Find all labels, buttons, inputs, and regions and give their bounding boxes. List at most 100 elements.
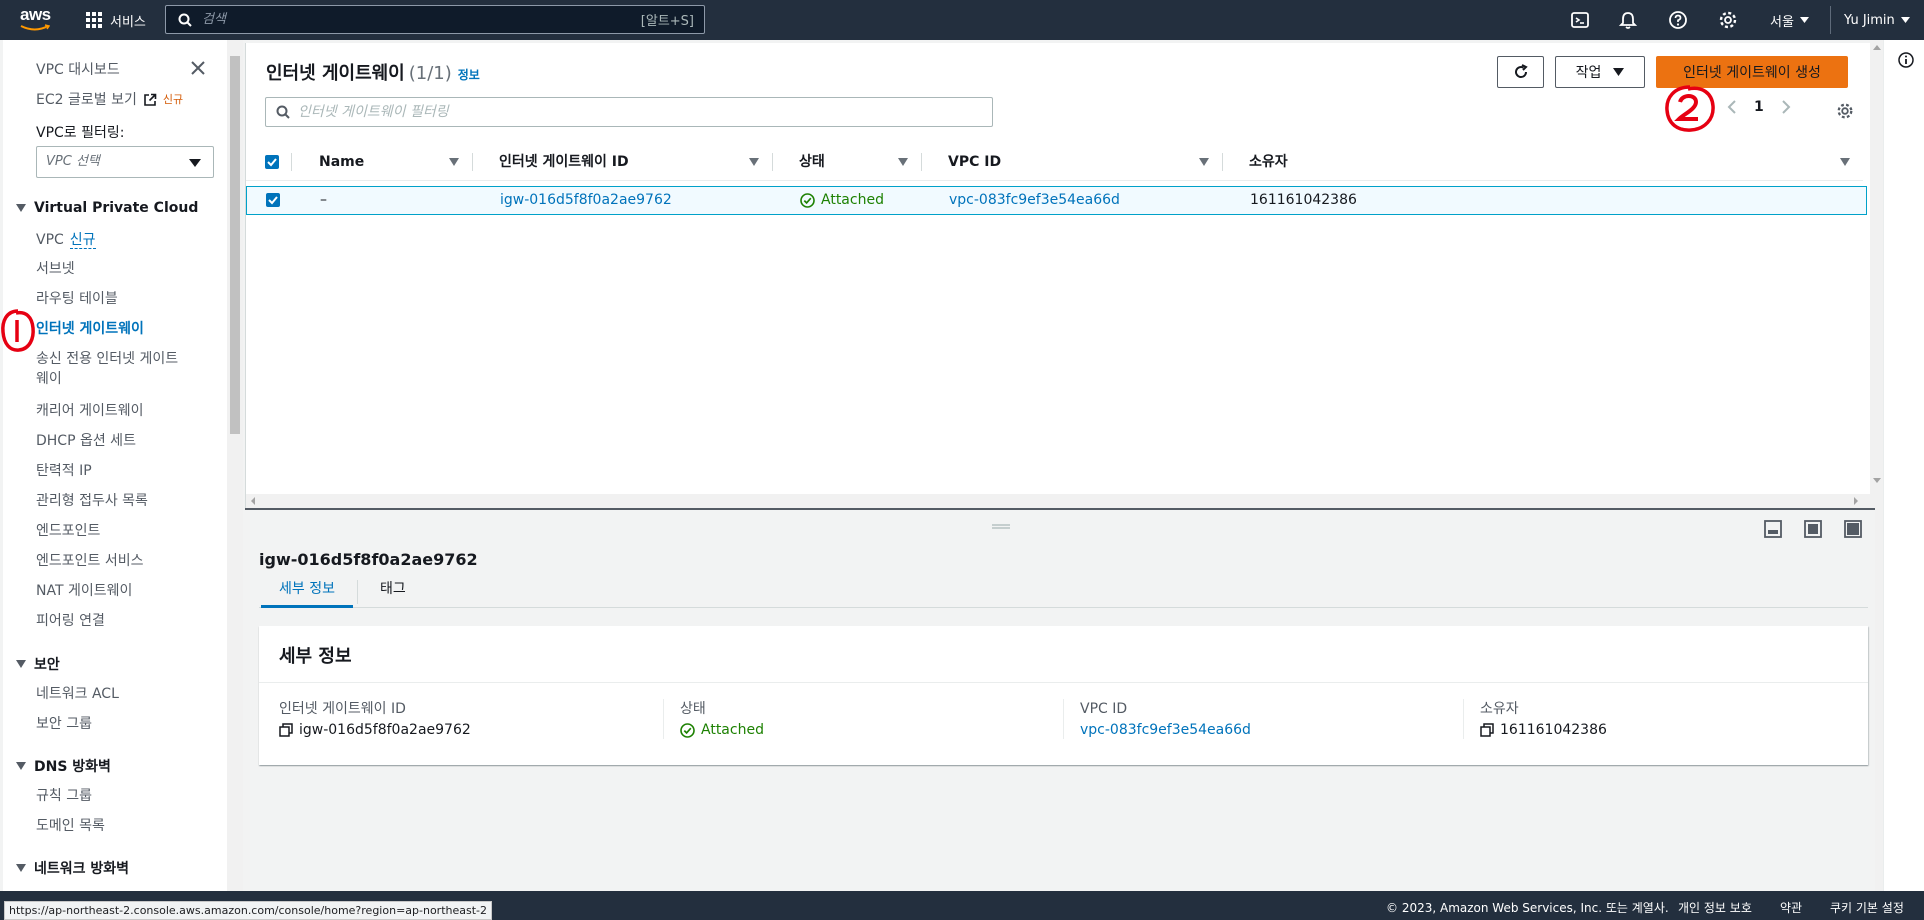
column-header-vpc-id[interactable]: VPC ID (948, 143, 1001, 181)
column-header-name[interactable]: Name (319, 143, 364, 181)
field-label: 상태 (680, 701, 706, 717)
sidebar-item-elastic-ips[interactable]: 탄력적 IP (36, 461, 92, 481)
sort-caret-icon[interactable] (449, 158, 459, 166)
page-number[interactable]: 1 (1754, 99, 1764, 115)
sort-caret-icon[interactable] (749, 158, 759, 166)
sidebar-item-egress-only-internet-gateways[interactable]: 송신 전용 인터넷 게이트 웨이 (36, 349, 178, 389)
table-row[interactable]: – igw-016d5f8f0a2ae9762 Attached vpc-083… (246, 186, 1867, 215)
column-header-igw-id[interactable]: 인터넷 게이트웨이 ID (499, 143, 629, 181)
expand-triangle-icon (16, 204, 26, 212)
table-preferences-gear-icon[interactable] (1836, 102, 1854, 120)
panel-full-layout-icon[interactable] (1844, 520, 1862, 538)
field-vpc-id: VPC ID vpc-083fc9ef3e54ea66d (1080, 699, 1251, 741)
cell-owner: 161161042386 (1250, 192, 1357, 208)
panel-side-layout-icon[interactable] (1804, 520, 1822, 538)
new-link[interactable]: 신규 (69, 232, 96, 249)
sidebar-item-carrier-gateways[interactable]: 캐리어 게이트웨이 (36, 401, 144, 421)
column-header-owner[interactable]: 소유자 (1249, 143, 1288, 181)
checkmark-icon (267, 158, 277, 167)
checkmark-icon (268, 196, 278, 205)
chevron-right-icon[interactable] (1780, 99, 1792, 115)
sidebar-item-ec2-global-view[interactable]: EC2 글로벌 보기 신규 (36, 90, 183, 110)
select-all-checkbox[interactable] (265, 155, 279, 169)
refresh-button[interactable] (1497, 56, 1544, 88)
account-menu[interactable]: Yu Jimin (1844, 0, 1910, 40)
cell-igw-id-link[interactable]: igw-016d5f8f0a2ae9762 (500, 187, 672, 214)
region-selector[interactable]: 서울 (1770, 0, 1809, 40)
sidebar-item-rule-groups[interactable]: 규칙 그룹 (36, 786, 92, 806)
cloudshell-icon[interactable] (1570, 10, 1590, 30)
notifications-bell-icon[interactable] (1618, 10, 1638, 30)
column-header-state[interactable]: 상태 (799, 143, 825, 181)
vpc-id-link[interactable]: vpc-083fc9ef3e54ea66d (1080, 719, 1251, 741)
sidebar-item-managed-prefix-lists[interactable]: 관리형 접두사 목록 (36, 491, 148, 511)
close-icon[interactable] (190, 60, 206, 76)
section-dns-firewall[interactable]: DNS 방화벽 (16, 756, 111, 776)
info-link[interactable]: 정보 (458, 68, 480, 82)
settings-gear-icon[interactable] (1718, 10, 1738, 30)
table-filter-input[interactable] (298, 104, 992, 120)
sort-caret-icon[interactable] (898, 158, 908, 166)
scroll-down-arrow-icon[interactable] (1873, 478, 1881, 484)
tab-tags[interactable]: 태그 (380, 576, 406, 608)
services-menu-button[interactable]: 서비스 (86, 0, 146, 40)
tab-details[interactable]: 세부 정보 (261, 576, 353, 608)
details-card: 세부 정보 인터넷 게이트웨이 ID igw-016d5f8f0a2ae9762… (259, 626, 1868, 765)
copy-icon[interactable] (1480, 723, 1494, 737)
section-security[interactable]: 보안 (16, 654, 60, 674)
section-network-firewall[interactable]: 네트워크 방화벽 (16, 858, 129, 878)
sidebar-item-vpc-dashboard[interactable]: VPC 대시보드 (36, 60, 120, 80)
cookie-preferences-link[interactable]: 쿠키 기본 설정 (1830, 899, 1904, 916)
caret-down-icon (1799, 17, 1809, 23)
sidebar-item-vpc[interactable]: VPC 신규 (36, 230, 96, 250)
section-label: DNS 방화벽 (34, 759, 111, 775)
info-icon[interactable] (1898, 52, 1914, 68)
cell-vpc-id-link[interactable]: vpc-083fc9ef3e54ea66d (949, 187, 1120, 214)
sidebar-item-domain-lists[interactable]: 도메인 목록 (36, 816, 105, 836)
sidebar-item-subnets[interactable]: 서브넷 (36, 259, 75, 279)
expand-triangle-icon (16, 864, 26, 872)
sidebar-item-security-groups[interactable]: 보안 그룹 (36, 714, 92, 734)
tab-separator (357, 580, 358, 604)
aws-logo[interactable]: aws (20, 6, 56, 34)
global-search-input[interactable] (202, 12, 641, 27)
scroll-right-arrow-icon[interactable] (1852, 497, 1860, 505)
help-icon[interactable] (1668, 10, 1688, 30)
scroll-left-arrow-icon[interactable] (249, 497, 257, 505)
drag-handle-icon[interactable] (992, 524, 1010, 530)
vpc-filter-value: VPC 선택 (46, 154, 100, 169)
row-checkbox[interactable] (266, 193, 280, 207)
privacy-link[interactable]: 개인 정보 보호 (1678, 899, 1752, 916)
sidebar-scrollbar-thumb[interactable] (230, 56, 240, 434)
sidebar-item-endpoint-services[interactable]: 엔드포인트 서비스 (36, 551, 144, 571)
top-navigation: aws 서비스 [알트+S] 서울 Yu Jimin (0, 0, 1924, 40)
success-check-circle-icon (800, 193, 815, 208)
sort-caret-icon[interactable] (1840, 158, 1850, 166)
column-separator (472, 153, 473, 171)
igw-id-value: igw-016d5f8f0a2ae9762 (299, 722, 471, 738)
sidebar-item-nat-gateways[interactable]: NAT 게이트웨이 (36, 581, 132, 601)
terms-link[interactable]: 약관 (1780, 899, 1802, 916)
selected-resource-id: igw-016d5f8f0a2ae9762 (259, 550, 478, 569)
sidebar-item-peering-connections[interactable]: 피어링 연결 (36, 611, 105, 631)
scroll-up-arrow-icon[interactable] (1873, 44, 1881, 50)
sidebar-item-internet-gateways[interactable]: 인터넷 게이트웨이 (36, 319, 144, 339)
field-separator (1463, 699, 1464, 739)
table-horizontal-scrollbar[interactable] (246, 494, 1876, 508)
table-filter[interactable] (265, 97, 993, 127)
grid-icon (86, 12, 102, 28)
sort-caret-icon[interactable] (1199, 158, 1209, 166)
panel-bottom-layout-icon[interactable] (1764, 520, 1782, 538)
global-search[interactable]: [알트+S] (165, 5, 705, 34)
field-label: 인터넷 게이트웨이 ID (279, 701, 406, 717)
chevron-left-icon[interactable] (1726, 99, 1738, 115)
sidebar-item-dhcp-option-sets[interactable]: DHCP 옵션 세트 (36, 431, 136, 451)
sidebar-item-route-tables[interactable]: 라우팅 테이블 (36, 289, 118, 309)
copy-icon[interactable] (279, 723, 293, 737)
vpc-filter-select[interactable]: VPC 선택 (36, 146, 214, 178)
section-virtual-private-cloud[interactable]: Virtual Private Cloud (16, 200, 198, 216)
actions-dropdown-button[interactable]: 작업 (1555, 56, 1645, 88)
search-icon (178, 13, 192, 27)
sidebar-item-endpoints[interactable]: 엔드포인트 (36, 521, 100, 541)
sidebar-item-network-acls[interactable]: 네트워크 ACL (36, 684, 119, 704)
